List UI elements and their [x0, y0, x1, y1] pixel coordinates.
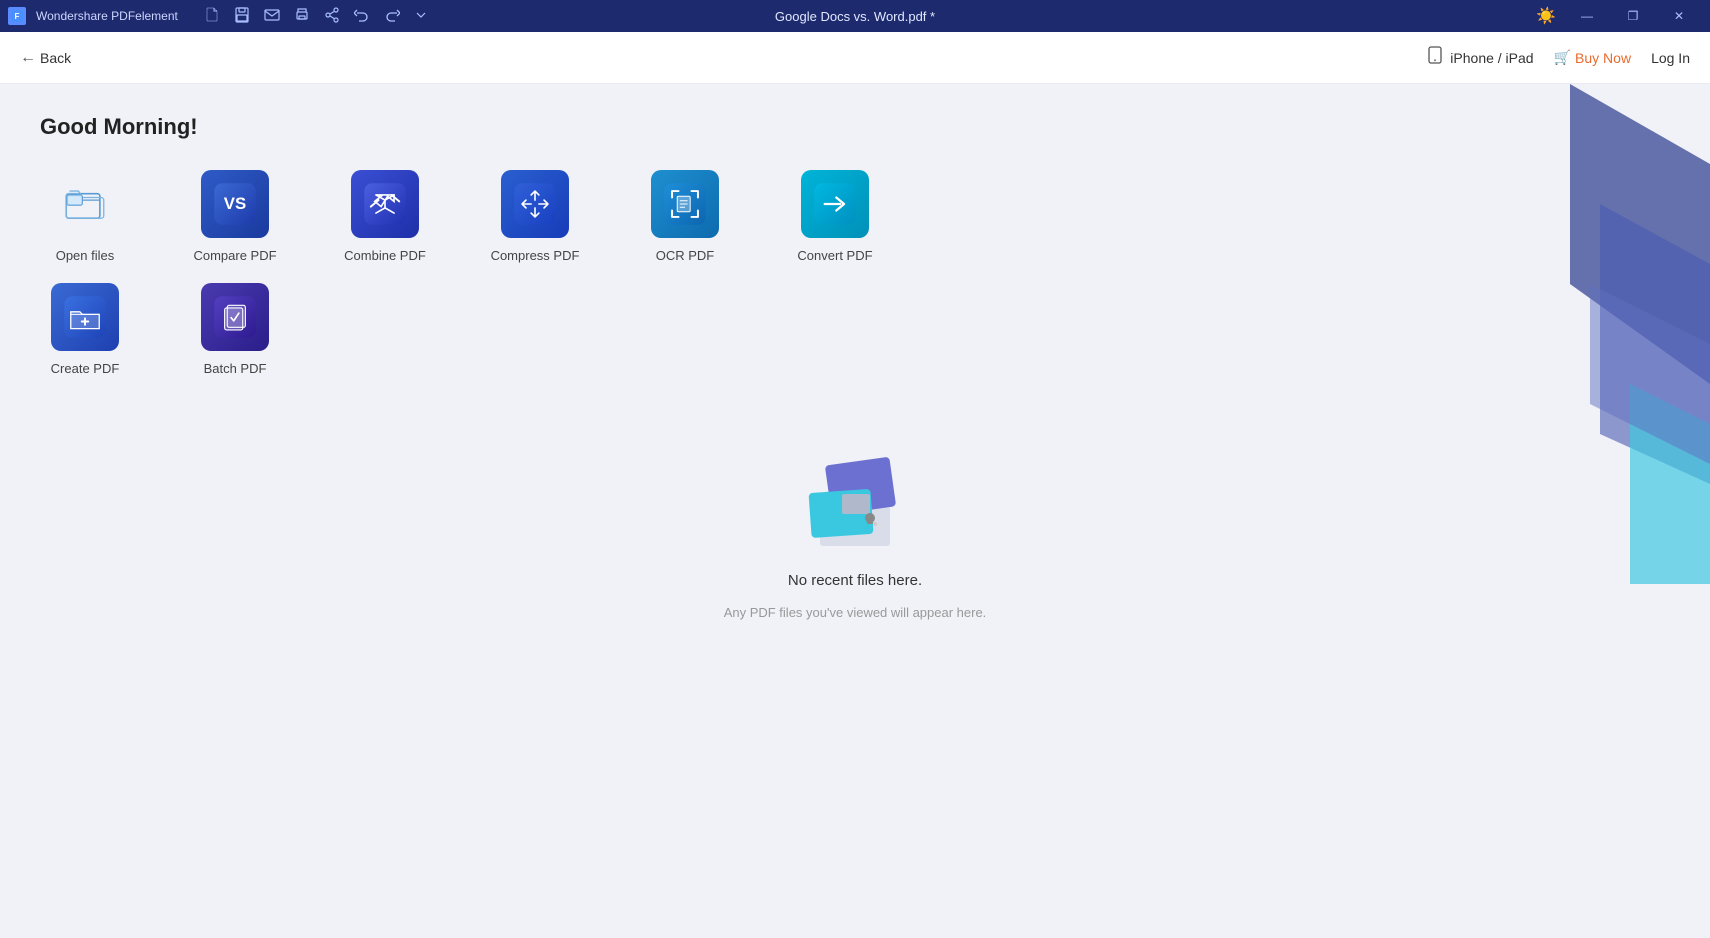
tool-batch-pdf[interactable]: Batch PDF: [190, 283, 280, 376]
undo-icon[interactable]: [354, 7, 370, 26]
iphone-ipad-button[interactable]: iPhone / iPad: [1426, 46, 1533, 69]
ocr-pdf-icon: [651, 170, 719, 238]
document-title: Google Docs vs. Word.pdf *: [573, 9, 1138, 24]
weather-icon: ☀️: [1536, 6, 1556, 26]
tools-section: Open files VS: [40, 170, 1670, 376]
recent-files-area: No recent files here. Any PDF files you'…: [40, 436, 1670, 620]
tool-ocr-pdf[interactable]: OCR PDF: [640, 170, 730, 263]
redo-icon[interactable]: [384, 7, 400, 26]
buy-now-label: Buy Now: [1575, 50, 1631, 66]
batch-pdf-icon: [201, 283, 269, 351]
no-recent-illustration: [790, 436, 920, 556]
tool-compare-pdf[interactable]: VS Compare PDF: [190, 170, 280, 263]
title-bar-left: F Wondershare PDFelement: [8, 7, 573, 26]
no-recent-title: No recent files here.: [788, 572, 922, 589]
buy-now-button[interactable]: 🛒 Buy Now: [1554, 49, 1631, 66]
tool-create-pdf[interactable]: Create PDF: [40, 283, 130, 376]
convert-pdf-icon: [801, 170, 869, 238]
convert-pdf-label: Convert PDF: [797, 248, 872, 263]
sub-header: ← Back iPhone / iPad 🛒 Buy Now Log In: [0, 32, 1710, 84]
create-pdf-icon: [51, 283, 119, 351]
compress-pdf-icon: [501, 170, 569, 238]
share-icon[interactable]: [324, 7, 340, 26]
print-icon[interactable]: [294, 7, 310, 26]
maximize-button[interactable]: ❐: [1610, 0, 1656, 32]
combine-pdf-icon: [351, 170, 419, 238]
close-button[interactable]: ✕: [1656, 0, 1702, 32]
email-icon[interactable]: [264, 7, 280, 26]
tools-row-2: Create PDF: [40, 283, 1670, 376]
compare-pdf-label: Compare PDF: [193, 248, 276, 263]
decorative-svg: [1510, 84, 1710, 584]
tool-open-files[interactable]: Open files: [40, 170, 130, 263]
content-area: Good Morning!: [0, 84, 1710, 938]
app-name-label: Wondershare PDFelement: [36, 9, 178, 23]
back-button[interactable]: ← Back: [20, 49, 71, 67]
dropdown-icon[interactable]: [414, 8, 428, 25]
app-logo: F: [8, 7, 26, 25]
log-in-button[interactable]: Log In: [1651, 50, 1690, 66]
tools-row-1: Open files VS: [40, 170, 1670, 263]
iphone-ipad-label: iPhone / iPad: [1450, 50, 1533, 66]
compress-pdf-label: Compress PDF: [491, 248, 580, 263]
no-recent-subtitle: Any PDF files you've viewed will appear …: [724, 605, 987, 620]
tool-convert-pdf[interactable]: Convert PDF: [790, 170, 880, 263]
tool-combine-pdf[interactable]: Combine PDF: [340, 170, 430, 263]
log-in-label: Log In: [1651, 50, 1690, 66]
open-files-label: Open files: [56, 248, 115, 263]
main-content: Good Morning!: [0, 84, 1710, 938]
new-file-icon[interactable]: [204, 7, 220, 26]
batch-pdf-label: Batch PDF: [204, 361, 267, 376]
save-icon[interactable]: [234, 7, 250, 26]
title-bar: F Wondershare PDFelement: [0, 0, 1710, 32]
toolbar-icons: [204, 7, 428, 26]
back-arrow-icon: ←: [20, 49, 36, 67]
ocr-pdf-label: OCR PDF: [656, 248, 715, 263]
create-pdf-label: Create PDF: [51, 361, 120, 376]
sub-header-right: iPhone / iPad 🛒 Buy Now Log In: [1426, 46, 1690, 69]
ipad-icon: [1426, 46, 1444, 69]
back-label: Back: [40, 50, 71, 66]
window-controls: ☀️ — ❐ ✕: [1137, 0, 1702, 32]
compare-pdf-icon: VS: [201, 170, 269, 238]
greeting-text: Good Morning!: [40, 114, 1670, 140]
minimize-button[interactable]: —: [1564, 0, 1610, 32]
cart-icon: 🛒: [1554, 49, 1571, 66]
tool-compress-pdf[interactable]: Compress PDF: [490, 170, 580, 263]
combine-pdf-label: Combine PDF: [344, 248, 426, 263]
svg-text:VS: VS: [224, 194, 246, 213]
decorative-triangles: [1510, 84, 1710, 584]
open-files-icon: [51, 170, 119, 238]
svg-text:F: F: [15, 12, 20, 21]
